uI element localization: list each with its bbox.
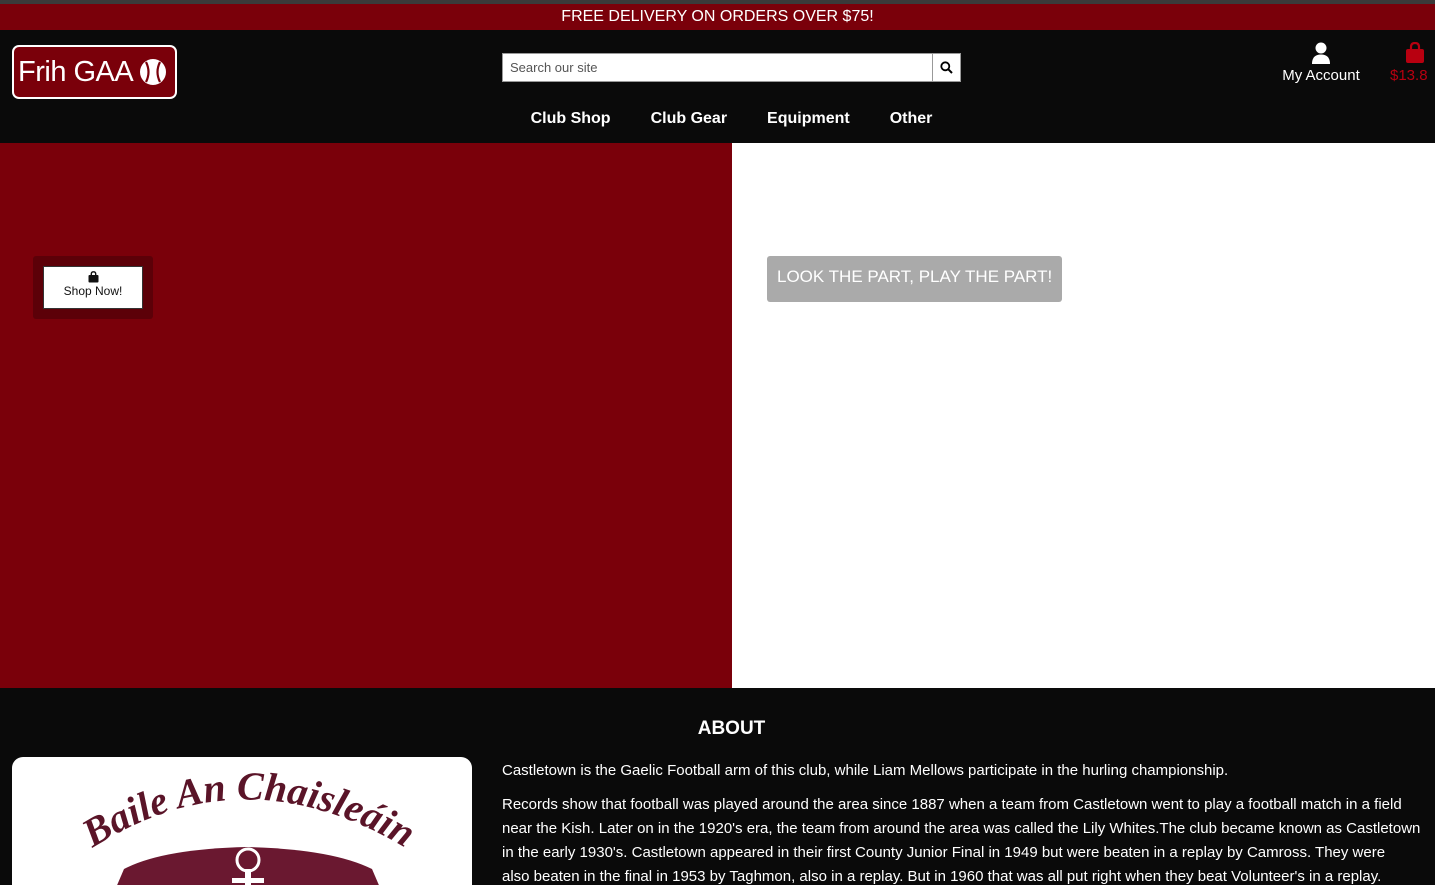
site-logo[interactable]: Frih GAA (12, 45, 177, 99)
ball-icon (140, 59, 167, 85)
my-account-link[interactable]: My Account (1272, 42, 1370, 84)
main-nav: Club Shop Club Gear Equipment Other (0, 110, 1435, 132)
crest-image: Baile An Chaisleáin (73, 763, 423, 885)
promo-banner: FREE DELIVERY ON ORDERS OVER $75! (0, 4, 1435, 30)
logo-text: Frih GAA (18, 55, 134, 88)
hero-left-panel: Shop Now! (0, 143, 732, 688)
crest-motto: Baile An Chaisleáin (73, 763, 423, 856)
shopping-bag-icon (1406, 42, 1424, 63)
shopping-bag-link[interactable]: $13.8 (1390, 42, 1435, 84)
nav-other[interactable]: Other (890, 110, 933, 132)
about-line: near the Kish. Later on in the 1920's er… (502, 820, 1421, 837)
search-icon (940, 61, 953, 74)
my-account-label: My Account (1282, 67, 1360, 84)
about-line: Records show that football was played ar… (502, 796, 1402, 813)
about-paragraph-1: Castletown is the Gaelic Football arm of… (502, 762, 1229, 779)
about-line: in the early 1930's. Castletown appeared… (502, 844, 1386, 861)
about-text: Castletown is the Gaelic Football arm of… (502, 759, 1435, 885)
shop-now-button[interactable]: Shop Now! (43, 266, 143, 309)
nav-equipment[interactable]: Equipment (767, 110, 850, 132)
club-crest: Baile An Chaisleáin (12, 757, 472, 885)
nav-club-gear[interactable]: Club Gear (651, 110, 727, 132)
svg-text:Baile An Chaisleáin: Baile An Chaisleáin (73, 763, 423, 856)
hero-right-panel: LOOK THE PART, PLAY THE PART! (732, 143, 1435, 688)
shopping-bag-icon (88, 271, 98, 283)
hero-tagline: LOOK THE PART, PLAY THE PART! (767, 256, 1063, 302)
about-heading: ABOUT (697, 718, 766, 739)
shop-now-container: Shop Now! (33, 256, 153, 319)
nav-club-shop[interactable]: Club Shop (531, 110, 611, 132)
search-input[interactable] (502, 53, 932, 82)
about-paragraph-2: Records show that football was played ar… (502, 793, 1435, 885)
search-form (502, 53, 961, 82)
user-icon (1312, 42, 1330, 64)
site-header: Frih GAA My Account $13.8 C (0, 30, 1435, 143)
bag-total: $13.8 (1390, 67, 1428, 84)
shop-now-label: Shop Now! (63, 284, 123, 298)
search-button[interactable] (932, 53, 961, 82)
about-line: also beaten in the final in 1953 by Tagh… (502, 868, 1382, 885)
